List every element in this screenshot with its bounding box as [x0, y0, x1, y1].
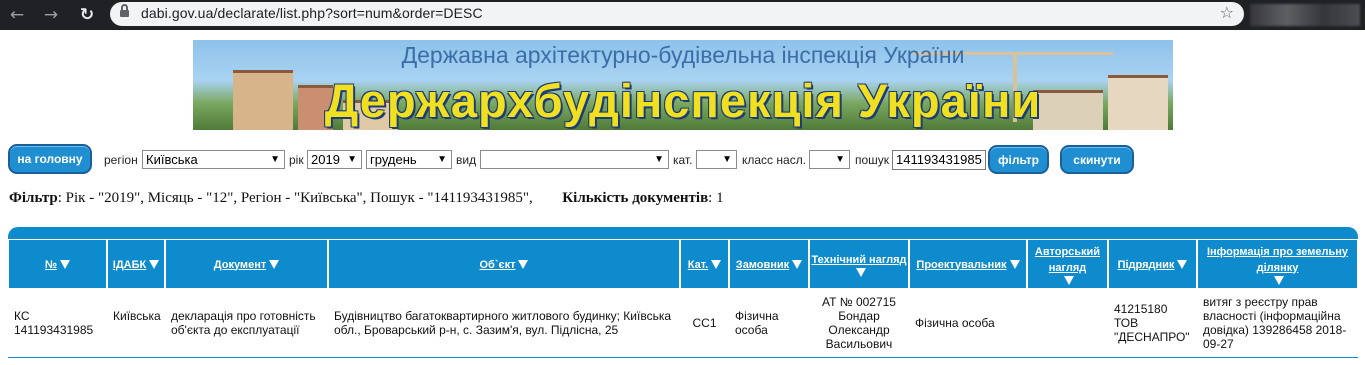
column-header-label[interactable]: Кат. [688, 259, 708, 271]
column-header-designer[interactable]: Проектувальник [909, 239, 1027, 289]
cell-author-supervision [1027, 289, 1108, 357]
filter-summary-label: Фільтр [9, 190, 58, 206]
column-header-label[interactable]: № [45, 259, 57, 271]
sort-arrow-icon[interactable] [711, 259, 722, 269]
document-count-label: Кількість документів [562, 190, 709, 206]
chevron-down-icon: ▼ [835, 154, 845, 165]
sort-arrow-icon[interactable] [1274, 275, 1284, 285]
month-select[interactable]: грудень ▼ [366, 150, 452, 169]
sort-arrow-icon[interactable] [1177, 259, 1188, 269]
chevron-down-icon: ▼ [722, 154, 732, 165]
filter-button[interactable]: фільтр [988, 145, 1049, 174]
cell-customer: Фізична особа [729, 289, 809, 357]
class-label: класс насл. [742, 153, 807, 167]
filter-summary: Фільтр: Рік - "2019", Місяць - "12", Рег… [9, 190, 724, 207]
sort-arrow-icon[interactable] [518, 259, 529, 269]
search-input[interactable]: 141193431985 [892, 150, 986, 170]
column-header-document[interactable]: Документ [165, 239, 328, 289]
region-select[interactable]: Київська ▼ [142, 150, 285, 169]
reset-button[interactable]: скинути [1060, 145, 1134, 174]
cell-land-info: витяг з реєстру прав власності (інформац… [1197, 289, 1358, 357]
column-header-idabk[interactable]: ІДАБК [107, 239, 165, 289]
column-header-cat[interactable]: Кат. [680, 239, 729, 289]
back-arrow-icon[interactable]: ← [6, 4, 28, 26]
sort-arrow-icon[interactable] [60, 259, 71, 269]
chevron-down-icon: ▼ [654, 154, 664, 165]
type-select[interactable]: ▼ [480, 150, 669, 169]
table-footer-space [8, 358, 1358, 365]
region-select-value: Київська [146, 152, 198, 167]
chevron-down-icon: ▼ [347, 154, 357, 165]
column-header-label[interactable]: Інформація про земельну ділянку [1198, 244, 1357, 276]
column-header-label[interactable]: Об`єкт [480, 259, 516, 271]
sort-arrow-icon[interactable] [1009, 259, 1020, 269]
chevron-down-icon: ▼ [270, 154, 280, 165]
document-count-value: : 1 [708, 190, 724, 206]
year-select[interactable]: 2019 ▼ [307, 150, 362, 169]
cat-label: кат. [673, 153, 693, 167]
home-button[interactable]: на головну [8, 144, 92, 174]
sort-arrow-icon[interactable] [1064, 275, 1074, 285]
cat-select[interactable]: ▼ [696, 150, 737, 169]
declarations-table: № ІДАБК Документ Об`єкт Кат. Замовник Те… [8, 227, 1358, 365]
month-select-value: грудень [370, 152, 417, 167]
cell-tech-supervision: АТ № 002715 Бондар Олександр Васильович [809, 289, 909, 357]
column-header-label[interactable]: Авторський нагляд [1028, 244, 1107, 276]
browser-toolbar: ← → ↻ dabi.gov.ua/declarate/list.php?sor… [0, 0, 1365, 30]
sort-arrow-icon[interactable] [855, 267, 866, 277]
column-header-label[interactable]: Проектувальник [916, 259, 1006, 271]
lock-icon[interactable] [120, 4, 129, 18]
sort-arrow-icon[interactable] [792, 259, 803, 269]
chevron-down-icon: ▼ [437, 154, 447, 165]
year-select-value: 2019 [311, 152, 340, 167]
class-select[interactable]: ▼ [809, 150, 850, 169]
column-header-contractor[interactable]: Підрядник [1108, 239, 1197, 289]
cell-cat: СС1 [680, 289, 729, 357]
column-header-label[interactable]: Підрядник [1118, 259, 1175, 271]
column-header-label[interactable]: ІДАБК [113, 259, 146, 271]
forward-arrow-icon[interactable]: → [40, 4, 62, 26]
site-banner: Державна архітектурно-будівельна інспекц… [193, 40, 1173, 130]
bookmark-star-icon[interactable]: ☆ [1220, 3, 1234, 22]
column-header-author-supervision[interactable]: Авторський нагляд [1027, 239, 1108, 289]
cell-designer: Фізична особа [909, 289, 1027, 357]
cell-idabk: Київська [107, 289, 165, 357]
column-header-label[interactable]: Технічний нагляд [811, 252, 906, 268]
column-header-num[interactable]: № [8, 239, 107, 289]
cell-object: Будівництво багатоквартирного житлового … [328, 289, 680, 357]
region-label: регіон [104, 153, 138, 167]
column-header-label[interactable]: Замовник [736, 259, 789, 271]
sort-arrow-icon[interactable] [149, 259, 160, 269]
filter-summary-text: : Рік - "2019", Місяць - "12", Регіон - … [57, 190, 533, 206]
profile-area [1250, 4, 1360, 26]
reload-icon[interactable]: ↻ [76, 4, 98, 26]
column-header-object[interactable]: Об`єкт [328, 239, 680, 289]
column-header-tech-supervision[interactable]: Технічний нагляд [809, 239, 909, 289]
column-header-label[interactable]: Документ [214, 259, 266, 271]
cell-num: КС 141193431985 [8, 289, 107, 357]
url-text: dabi.gov.ua/declarate/list.php?sort=num&… [141, 5, 483, 21]
year-label: рік [289, 153, 304, 167]
search-label: пошук [855, 153, 890, 167]
cell-document: декларація про готовність об'єкта до екс… [165, 289, 328, 357]
sort-arrow-icon[interactable] [269, 259, 280, 269]
cell-contractor: 41215180 ТОВ "ДЕСНАПРО" [1108, 289, 1197, 357]
address-bar[interactable]: dabi.gov.ua/declarate/list.php?sort=num&… [110, 2, 1244, 26]
column-header-customer[interactable]: Замовник [729, 239, 809, 289]
banner-subtitle: Державна архітектурно-будівельна інспекц… [401, 42, 965, 68]
banner-title: Держархбудінспекція України [324, 74, 1042, 127]
column-header-land-info[interactable]: Інформація про земельну ділянку [1197, 239, 1358, 289]
type-label: вид [456, 153, 477, 167]
